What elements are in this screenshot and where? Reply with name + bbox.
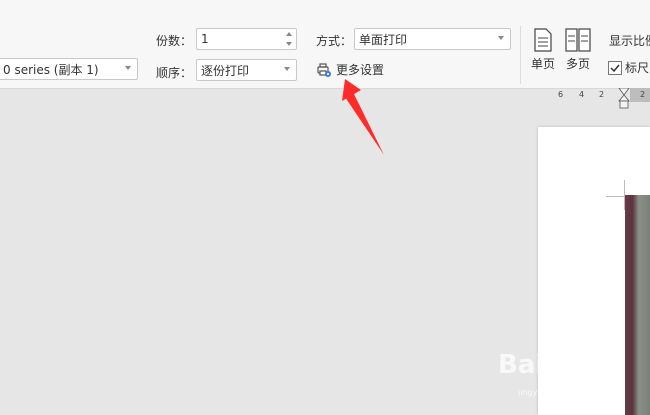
ruler-checkbox[interactable]: 标尺 [608,59,649,76]
chevron-down-icon [284,67,290,71]
toolbar-divider [520,26,521,84]
mode-select[interactable]: 单面打印 [354,28,511,50]
indent-marker-icon[interactable] [618,88,630,110]
printer-select[interactable]: 0 series (副本 1) [0,58,138,80]
single-page-button[interactable]: 单页 [525,28,561,72]
printer-select-value: 0 series (副本 1) [3,62,99,77]
checkbox-checked-icon[interactable] [608,60,622,75]
watermark-logo: Bai经验 [498,350,597,380]
ruler-tick: 2 [599,90,605,99]
single-page-label: 单页 [530,57,555,71]
print-preview-toolbar: 0 series (副本 1) 份数： 1 顺序： 逐份打印 方式： 单面打印 … [0,0,650,89]
ruler-label: 标尺 [625,61,650,75]
page-image [625,195,650,415]
more-settings-button[interactable]: 更多设置 [316,61,384,78]
multi-page-label: 多页 [565,57,590,71]
spin-up-icon[interactable] [286,32,292,36]
ruler-tick: 6 [558,90,564,99]
chevron-down-icon [125,66,131,70]
copies-stepper[interactable]: 1 [196,28,297,50]
watermark-url: jingyan.baidu.com [518,388,592,397]
printer-settings-icon [317,62,331,77]
ruler-tick: 4 [579,90,585,99]
ruler-tick: 2 [640,90,646,99]
order-select[interactable]: 逐份打印 [196,59,297,81]
multi-page-button[interactable]: 多页 [560,28,596,72]
copies-label: 份数： [156,34,193,48]
spin-down-icon[interactable] [286,42,292,46]
order-select-value: 逐份打印 [201,63,250,78]
single-page-icon [534,28,552,52]
order-label: 顺序： [156,66,193,80]
multi-page-icon [565,28,591,52]
copies-value: 1 [201,32,209,46]
more-settings-label: 更多设置 [336,63,385,77]
zoom-label: 显示比例 [609,34,650,48]
spin-buttons[interactable] [284,30,294,48]
horizontal-ruler: 6 4 2 2 [520,88,650,109]
mode-label: 方式： [316,34,353,48]
chevron-down-icon [498,36,504,40]
mode-select-value: 单面打印 [359,32,408,47]
